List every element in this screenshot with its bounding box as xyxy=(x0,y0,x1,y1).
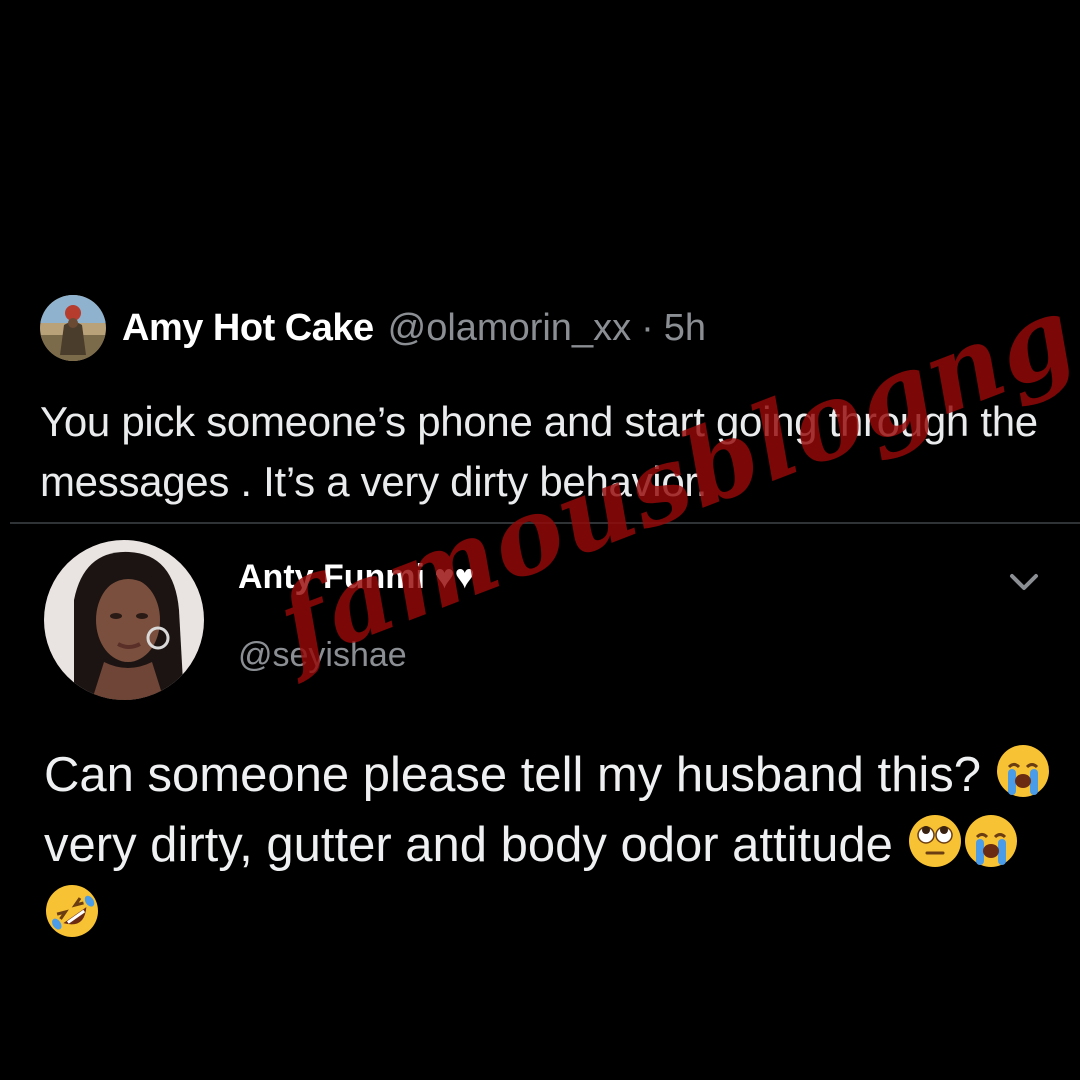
quoted-tweet-header: Amy Hot Cake @olamorin_xx · 5h xyxy=(40,295,706,361)
avatar[interactable] xyxy=(40,295,106,361)
main-author-name[interactable]: Anty Funmi ♥♥ xyxy=(238,558,475,597)
chevron-down-icon[interactable] xyxy=(1004,564,1044,600)
divider xyxy=(10,522,1080,524)
loudly-crying-face-icon xyxy=(995,743,1051,799)
quoted-author-handle[interactable]: @olamorin_xx xyxy=(388,307,631,350)
tweet-text-part-1: Can someone please tell my husband this? xyxy=(44,748,982,802)
tweet-text-part-2: very dirty, gutter and body odor attitud… xyxy=(44,818,893,872)
quoted-timestamp[interactable]: 5h xyxy=(664,307,706,350)
face-with-rolling-eyes-icon xyxy=(907,813,963,869)
quoted-author-name[interactable]: Amy Hot Cake xyxy=(122,307,374,350)
main-author-handle[interactable]: @seyishae xyxy=(238,636,407,675)
separator-dot: · xyxy=(641,306,654,349)
main-tweet-text: Can someone please tell my husband this?… xyxy=(44,740,1054,950)
avatar[interactable] xyxy=(44,540,204,700)
rolling-on-the-floor-laughing-icon xyxy=(44,883,100,939)
quoted-tweet-text: You pick someone’s phone and start going… xyxy=(40,398,1038,505)
loudly-crying-face-icon xyxy=(963,813,1019,869)
